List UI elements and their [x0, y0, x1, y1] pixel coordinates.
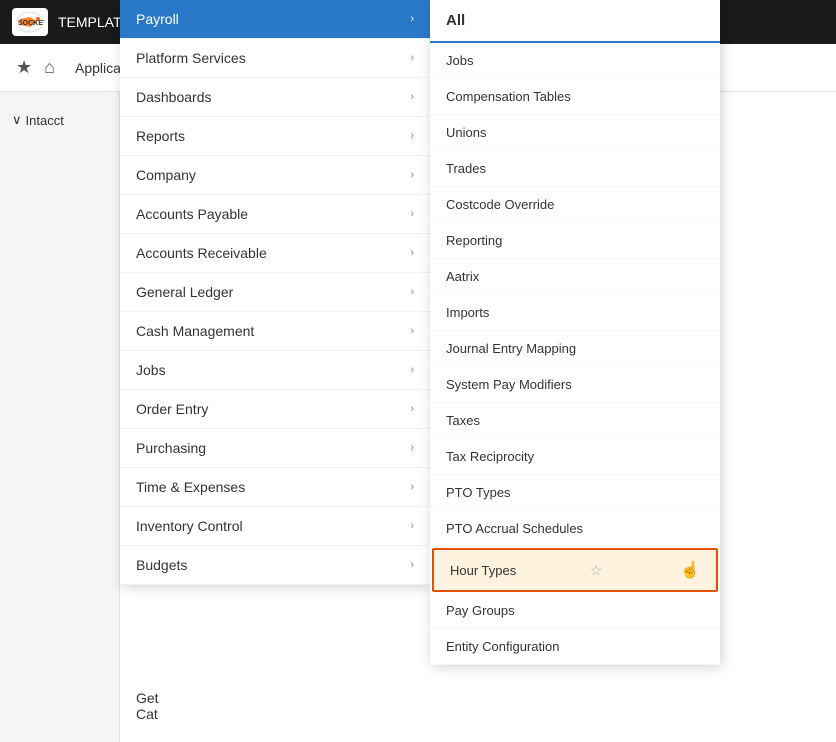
left-menu-chevron-icon: ›: [410, 52, 414, 64]
right-menu-item-label: Trades: [446, 161, 486, 176]
left-menu-item-purchasing[interactable]: Purchasing ›: [120, 429, 430, 468]
left-menu-item-label: Platform Services: [136, 50, 246, 66]
right-menu-tab-label[interactable]: All: [446, 12, 465, 29]
svg-text:SOCKEYE: SOCKEYE: [18, 20, 44, 27]
right-menu-item-journal-entry-mapping[interactable]: Journal Entry Mapping: [430, 331, 720, 367]
right-menu-item-pay-groups[interactable]: Pay Groups: [430, 593, 720, 629]
left-menu-item-platform-services[interactable]: Platform Services ›: [120, 39, 430, 78]
right-menu-item-label: Entity Configuration: [446, 639, 559, 654]
left-menu-item-budgets[interactable]: Budgets ›: [120, 546, 430, 585]
left-menu-item-accounts-payable[interactable]: Accounts Payable ›: [120, 195, 430, 234]
cursor-indicator: ☝: [680, 560, 700, 580]
left-menu-item-dashboards[interactable]: Dashboards ›: [120, 78, 430, 117]
right-menu-item-label: Aatrix: [446, 269, 479, 284]
right-menu-item-reporting[interactable]: Reporting: [430, 223, 720, 259]
logo-area: SOCKEYE: [12, 8, 48, 36]
left-menu-chevron-icon: ›: [410, 130, 414, 142]
right-menu-item-label: Tax Reciprocity: [446, 449, 534, 464]
left-menu-item-label: Company: [136, 167, 196, 183]
right-menu-item-label: Pay Groups: [446, 603, 515, 618]
collapse-chevron: ∨: [12, 112, 22, 128]
left-menu-chevron-icon: ›: [410, 403, 414, 415]
left-menu-item-label: Accounts Payable: [136, 206, 248, 222]
right-menu-header: All: [430, 0, 720, 43]
bottom-text-2: Cat: [136, 706, 159, 722]
left-menu-item-inventory-control[interactable]: Inventory Control ›: [120, 507, 430, 546]
left-menu-item-label: Time & Expenses: [136, 479, 245, 495]
right-menu: All Jobs Compensation Tables Unions Trades C…: [430, 0, 720, 665]
left-menu-item-accounts-receivable[interactable]: Accounts Receivable ›: [120, 234, 430, 273]
right-menu-item-hour-types[interactable]: Hour Types ☆ ☝: [432, 548, 718, 592]
right-menu-item-imports[interactable]: Imports: [430, 295, 720, 331]
right-menu-item-label: Costcode Override: [446, 197, 554, 212]
left-menu-item-label: Cash Management: [136, 323, 254, 339]
left-menu-item-label: Dashboards: [136, 89, 212, 105]
right-menu-item-entity-configuration[interactable]: Entity Configuration: [430, 629, 720, 665]
left-menu-chevron-icon: ›: [410, 559, 414, 571]
right-menu-item-label: Imports: [446, 305, 489, 320]
left-menu-item-label: Payroll: [136, 11, 179, 27]
bottom-text-1: Get: [136, 690, 159, 706]
right-menu-item-pto-accrual-schedules[interactable]: PTO Accrual Schedules: [430, 511, 720, 547]
left-menu-item-reports[interactable]: Reports ›: [120, 117, 430, 156]
right-menu-item-jobs[interactable]: Jobs: [430, 43, 720, 79]
sidebar-collapse[interactable]: ∨ Intacct: [0, 104, 119, 136]
left-menu-item-order-entry[interactable]: Order Entry ›: [120, 390, 430, 429]
left-menu-item-label: Jobs: [136, 362, 166, 378]
right-menu-item-compensation-tables[interactable]: Compensation Tables: [430, 79, 720, 115]
right-menu-item-label: PTO Types: [446, 485, 511, 500]
right-menu-item-label: Compensation Tables: [446, 89, 571, 104]
home-nav-icon[interactable]: ⌂: [44, 57, 55, 78]
left-menu-chevron-icon: ›: [410, 169, 414, 181]
left-menu: Payroll›Platform Services›Dashboards›Rep…: [120, 0, 430, 585]
left-menu-chevron-icon: ›: [410, 364, 414, 376]
right-menu-item-aatrix[interactable]: Aatrix: [430, 259, 720, 295]
left-menu-item-general-ledger[interactable]: General Ledger ›: [120, 273, 430, 312]
right-menu-item-trades[interactable]: Trades: [430, 151, 720, 187]
right-menu-item-costcode-override[interactable]: Costcode Override: [430, 187, 720, 223]
right-menu-item-system-pay-modifiers[interactable]: System Pay Modifiers: [430, 367, 720, 403]
left-menu-item-label: Order Entry: [136, 401, 208, 417]
left-menu-item-label: Inventory Control: [136, 518, 243, 534]
left-menu-chevron-icon: ›: [410, 13, 414, 25]
left-menu-item-label: Budgets: [136, 557, 187, 573]
right-menu-item-label: Reporting: [446, 233, 502, 248]
right-menu-item-tax-reciprocity[interactable]: Tax Reciprocity: [430, 439, 720, 475]
star-nav-icon[interactable]: ★: [16, 57, 32, 78]
left-menu-chevron-icon: ›: [410, 247, 414, 259]
left-menu-item-label: Purchasing: [136, 440, 206, 456]
collapse-label: Intacct: [26, 113, 64, 128]
left-menu-item-time-&-expenses[interactable]: Time & Expenses ›: [120, 468, 430, 507]
bottom-text-area: Get Cat: [136, 690, 159, 722]
right-menu-item-label: Jobs: [446, 53, 473, 68]
left-menu-item-company[interactable]: Company ›: [120, 156, 430, 195]
right-menu-item-label: PTO Accrual Schedules: [446, 521, 583, 536]
right-menu-item-pto-types[interactable]: PTO Types: [430, 475, 720, 511]
right-menu-item-label: Journal Entry Mapping: [446, 341, 576, 356]
left-menu-item-label: Accounts Receivable: [136, 245, 267, 261]
left-menu-item-label: General Ledger: [136, 284, 233, 300]
left-menu-item-payroll[interactable]: Payroll ›: [120, 0, 430, 39]
sidebar: ∨ Intacct: [0, 92, 120, 742]
logo-box: SOCKEYE: [12, 8, 48, 36]
left-menu-item-label: Reports: [136, 128, 185, 144]
sockeye-logo-icon: SOCKEYE: [16, 11, 44, 33]
right-menu-item-unions[interactable]: Unions: [430, 115, 720, 151]
left-menu-chevron-icon: ›: [410, 481, 414, 493]
left-menu-chevron-icon: ›: [410, 325, 414, 337]
left-menu-chevron-icon: ›: [410, 208, 414, 220]
left-menu-chevron-icon: ›: [410, 520, 414, 532]
left-menu-item-cash-management[interactable]: Cash Management ›: [120, 312, 430, 351]
right-menu-item-taxes[interactable]: Taxes: [430, 403, 720, 439]
star-icon[interactable]: ☆: [590, 562, 603, 579]
right-menu-item-label: Unions: [446, 125, 486, 140]
left-menu-chevron-icon: ›: [410, 91, 414, 103]
left-menu-chevron-icon: ›: [410, 442, 414, 454]
left-menu-chevron-icon: ›: [410, 286, 414, 298]
left-menu-item-jobs[interactable]: Jobs ›: [120, 351, 430, 390]
right-menu-item-label: Hour Types: [450, 563, 516, 578]
right-menu-item-label: System Pay Modifiers: [446, 377, 572, 392]
right-menu-item-label: Taxes: [446, 413, 480, 428]
